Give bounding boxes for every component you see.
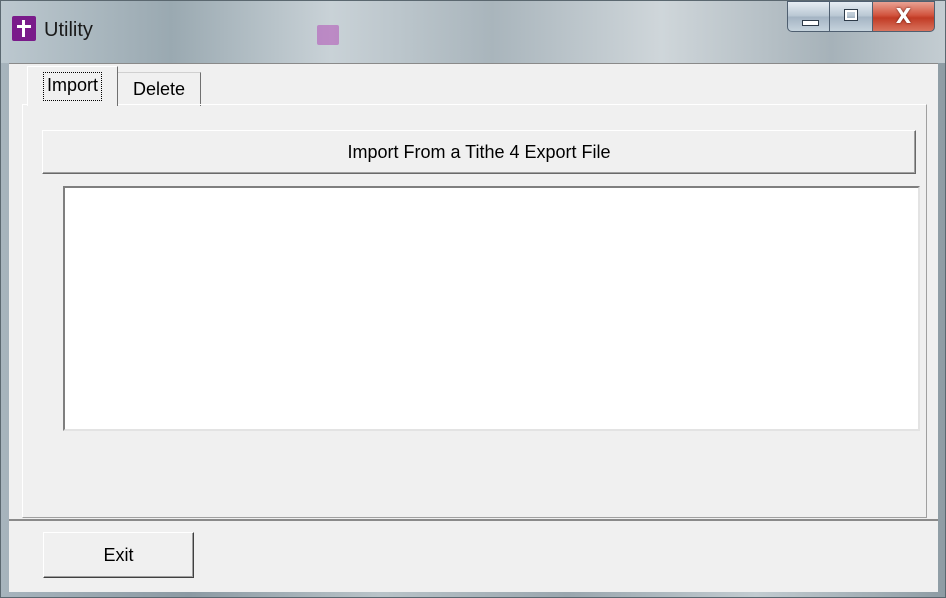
exit-button-label: Exit bbox=[103, 544, 134, 565]
tab-import[interactable]: Import bbox=[27, 66, 118, 106]
import-from-export-file-button[interactable]: Import From a Tithe 4 Export File bbox=[42, 130, 916, 174]
minimize-icon bbox=[802, 20, 819, 26]
exit-button[interactable]: Exit bbox=[43, 532, 194, 578]
import-tab-page: Import From a Tithe 4 Export File bbox=[22, 104, 927, 518]
close-icon: X bbox=[895, 4, 912, 28]
minimize-button[interactable] bbox=[787, 1, 830, 32]
background-window-icon bbox=[317, 25, 339, 45]
window-title: Utility bbox=[44, 19, 93, 41]
import-button-label: Import From a Tithe 4 Export File bbox=[347, 141, 611, 162]
title-bar[interactable]: Utility X bbox=[1, 1, 945, 63]
tab-import-label: Import bbox=[42, 72, 102, 101]
tab-delete[interactable]: Delete bbox=[117, 72, 201, 106]
import-log-listbox[interactable] bbox=[63, 186, 920, 431]
tab-delete-label: Delete bbox=[132, 79, 186, 99]
cross-icon[interactable] bbox=[12, 16, 36, 41]
utility-window: Utility X Import Delete Import From a Ti… bbox=[0, 0, 946, 598]
footer-panel: Exit bbox=[9, 519, 938, 592]
maximize-button[interactable] bbox=[830, 1, 873, 32]
close-button[interactable]: X bbox=[873, 1, 935, 32]
client-area: Import Delete Import From a Tithe 4 Expo… bbox=[9, 63, 938, 592]
maximize-icon bbox=[844, 9, 858, 21]
window-controls: X bbox=[787, 1, 935, 35]
